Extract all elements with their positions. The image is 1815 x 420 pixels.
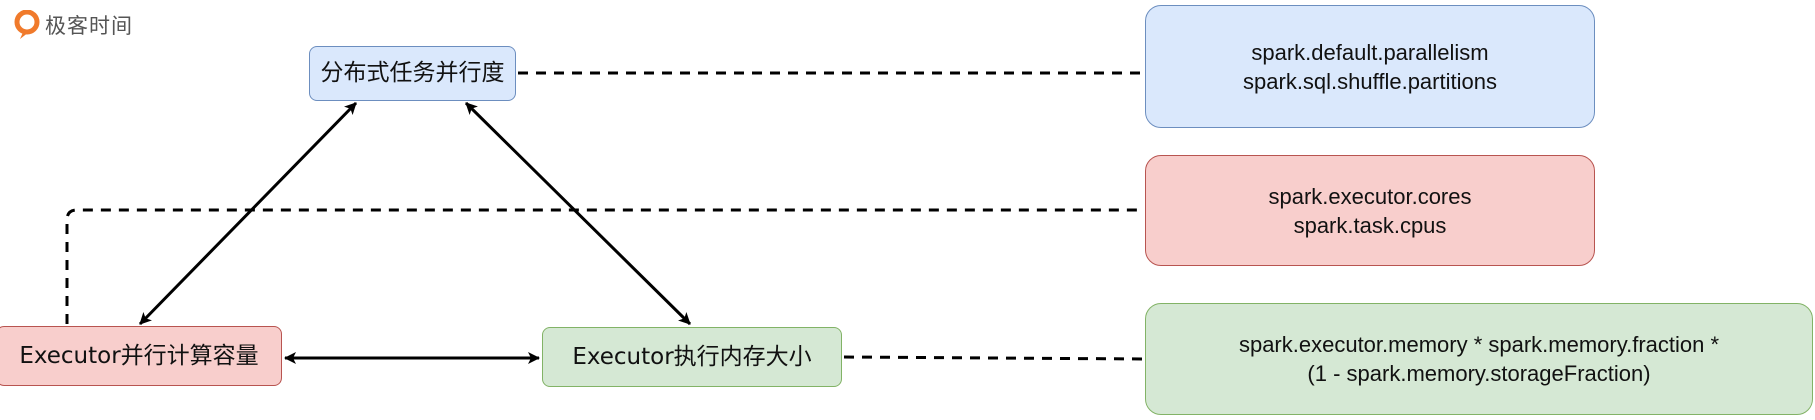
config-executor-capacity: spark.executor.cores spark.task.cpus	[1145, 155, 1595, 266]
config-line: spark.sql.shuffle.partitions	[1243, 68, 1497, 94]
node-task-parallelism: 分布式任务并行度	[309, 46, 516, 101]
node-label: Executor执行内存大小	[572, 343, 812, 370]
config-task-parallelism: spark.default.parallelism spark.sql.shuf…	[1145, 5, 1595, 128]
node-label: 分布式任务并行度	[320, 60, 505, 86]
config-executor-memory: spark.executor.memory * spark.memory.fra…	[1145, 303, 1813, 415]
node-label: Executor并行计算容量	[19, 342, 259, 369]
link-memory-config	[843, 355, 1144, 361]
config-line: spark.executor.memory * spark.memory.fra…	[1238, 332, 1720, 357]
edge-task-capacity	[138, 101, 358, 326]
config-line: spark.executor.cores	[1268, 183, 1472, 209]
config-line: spark.task.cpus	[1293, 212, 1447, 238]
config-line: (1 - spark.memory.storageFraction)	[1307, 361, 1651, 386]
node-executor-capacity: Executor并行计算容量	[0, 326, 282, 386]
edge-task-memory	[464, 101, 692, 326]
node-executor-memory: Executor执行内存大小	[542, 327, 842, 387]
link-capacity-config	[65, 208, 1143, 324]
config-line: spark.default.parallelism	[1251, 39, 1489, 65]
